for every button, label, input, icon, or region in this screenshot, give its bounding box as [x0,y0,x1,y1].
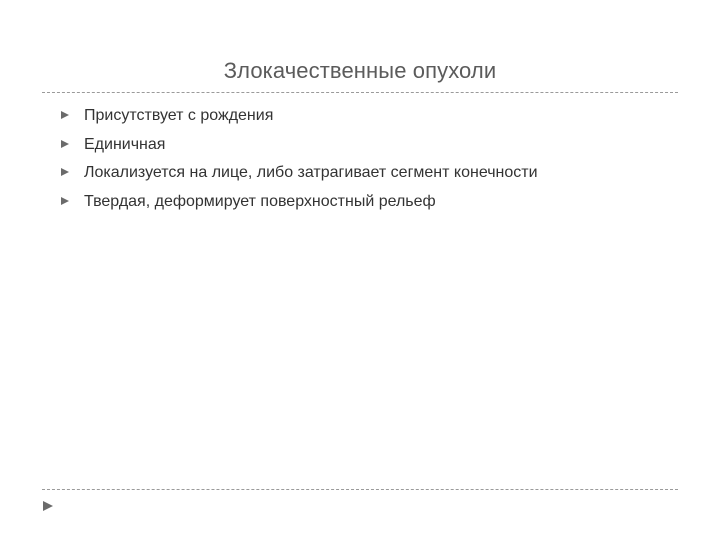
bullet-list: Присутствует с рождения Единичная Локали… [42,105,678,212]
list-item-text: Локализуется на лице, либо затрагивает с… [84,162,538,184]
triangle-bullet-icon [60,196,70,206]
slide: Злокачественные опухоли Присутствует с р… [0,0,720,540]
footer-marker-icon [42,500,678,512]
list-item-text: Присутствует с рождения [84,105,273,127]
triangle-bullet-icon [60,139,70,149]
footer-rule [42,489,678,490]
slide-title: Злокачественные опухоли [42,58,678,84]
list-item: Присутствует с рождения [60,105,678,127]
triangle-bullet-icon [60,167,70,177]
slide-footer [42,489,678,512]
title-underline [42,92,678,93]
list-item: Локализуется на лице, либо затрагивает с… [60,162,678,184]
list-item-text: Твердая, деформирует поверхностный релье… [84,191,436,213]
list-item-text: Единичная [84,134,165,156]
triangle-bullet-icon [60,110,70,120]
list-item: Единичная [60,134,678,156]
list-item: Твердая, деформирует поверхностный релье… [60,191,678,213]
